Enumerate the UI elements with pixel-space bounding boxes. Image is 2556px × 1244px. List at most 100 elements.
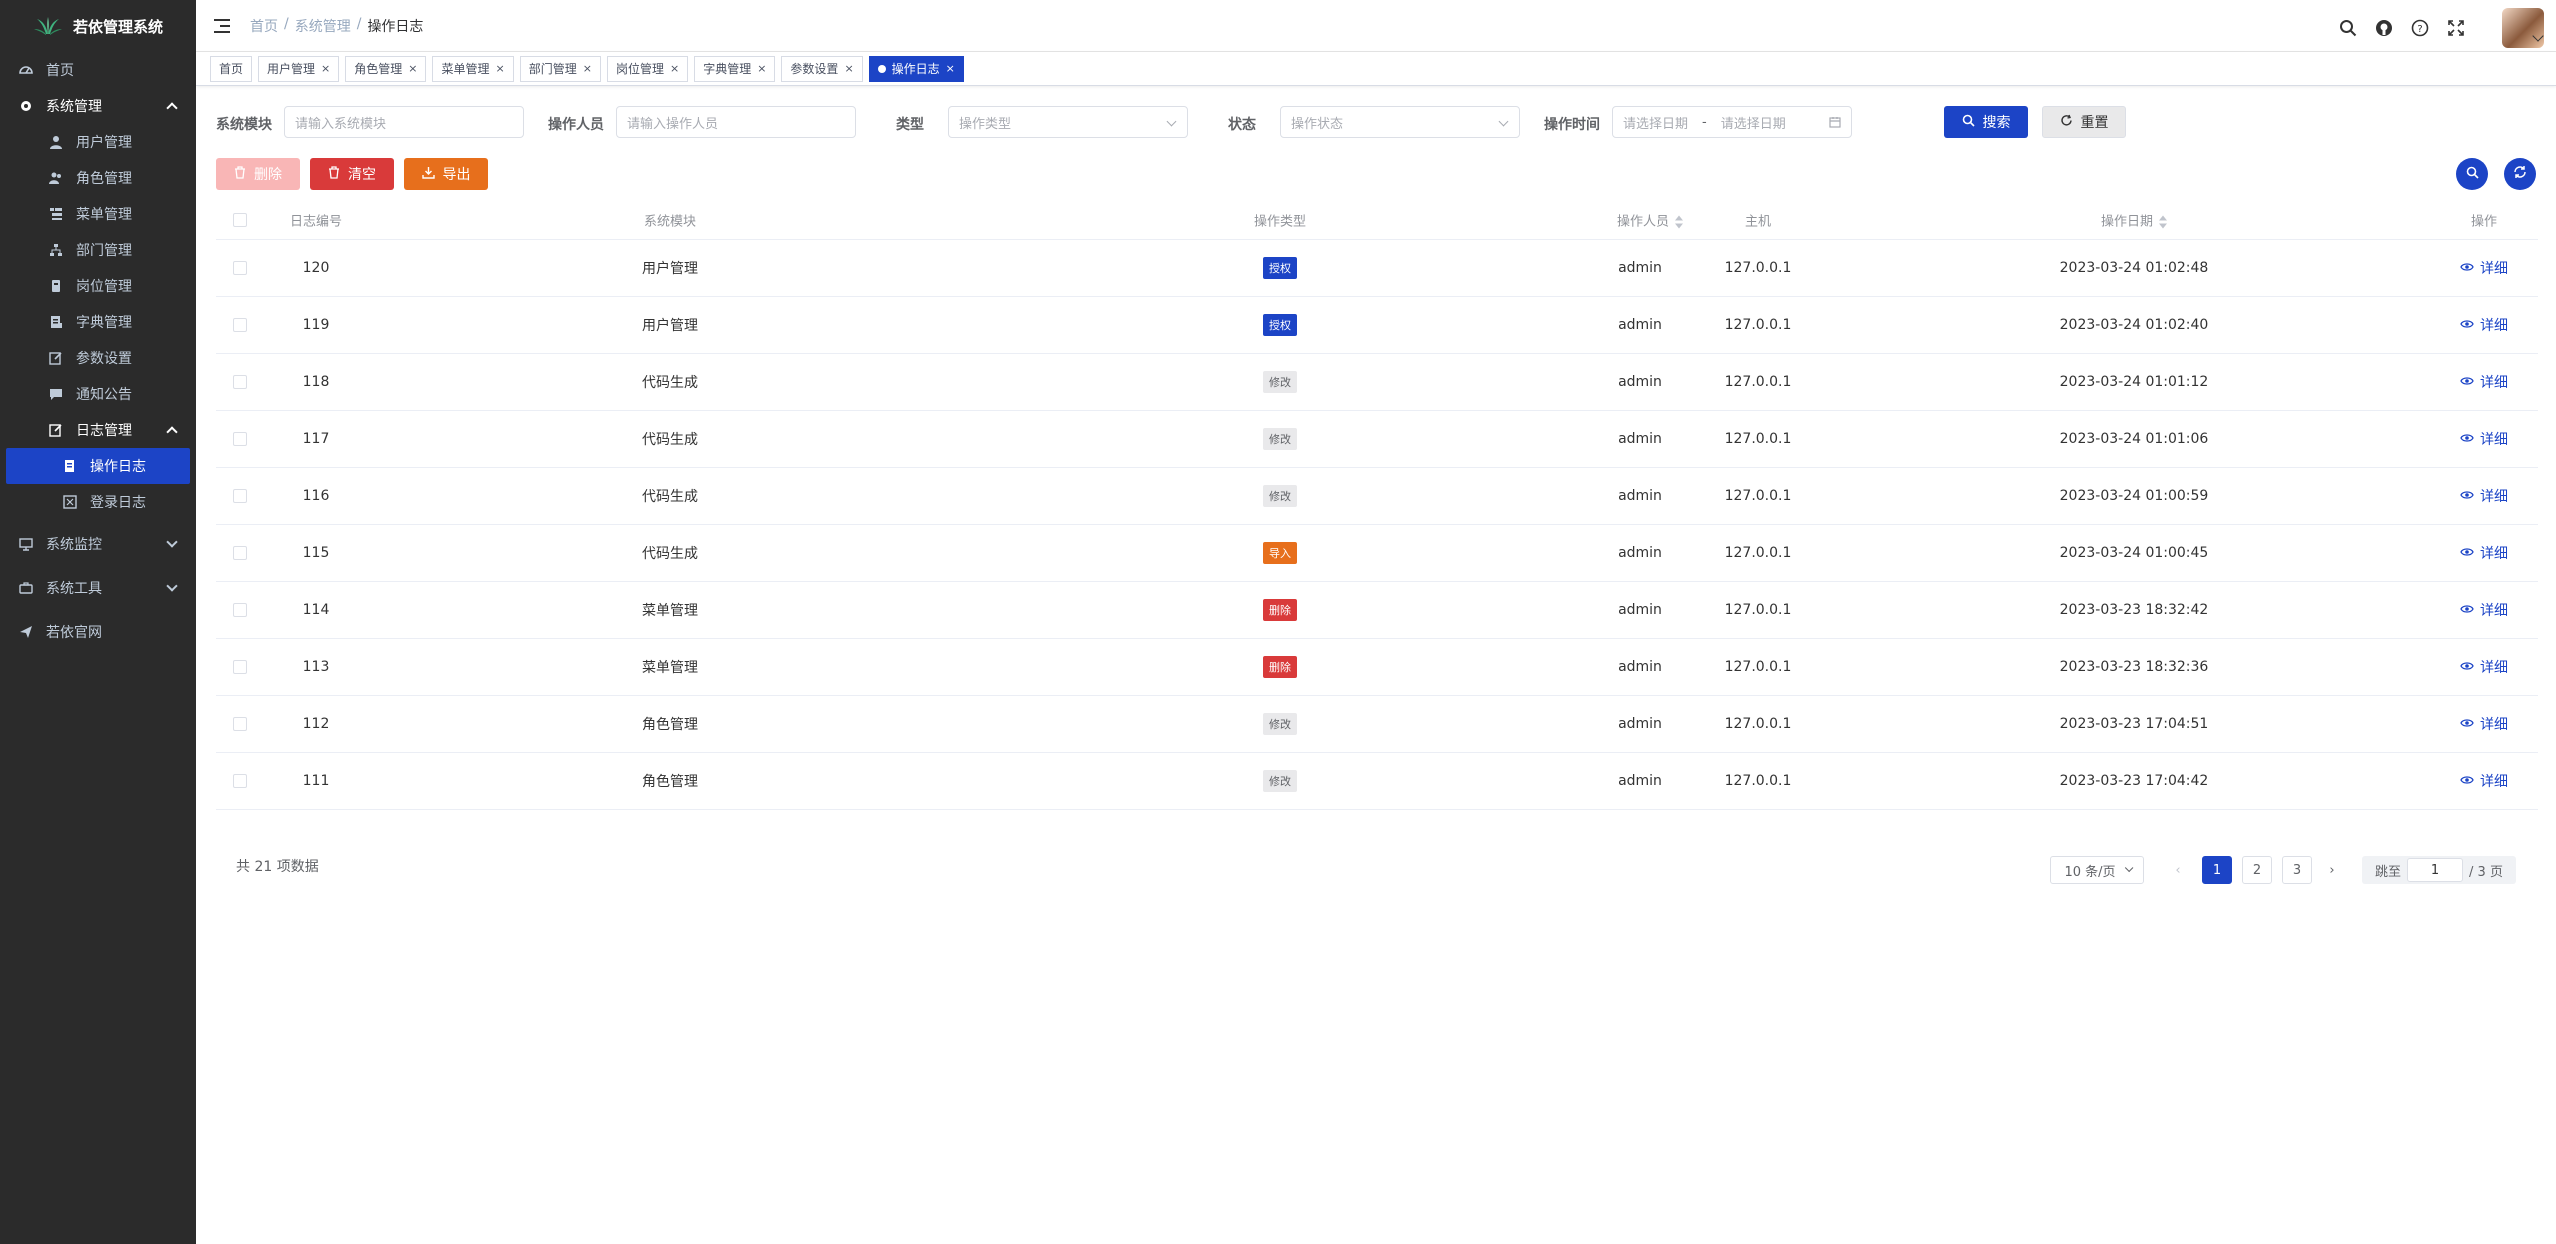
detail-button[interactable]: 详细 xyxy=(2460,372,2508,392)
tag-operlog[interactable]: 操作日志 × xyxy=(868,55,964,82)
sidebar-item-guide[interactable]: 若依官网 xyxy=(0,614,196,650)
sidebar-item-post[interactable]: 岗位管理 xyxy=(0,268,196,304)
row-checkbox[interactable] xyxy=(233,603,247,617)
export-button[interactable]: 导出 xyxy=(404,158,488,190)
row-checkbox[interactable] xyxy=(233,489,247,503)
close-icon[interactable]: × xyxy=(844,62,853,75)
avatar[interactable] xyxy=(2502,8,2544,48)
detail-button[interactable]: 详细 xyxy=(2460,315,2508,335)
tag-dept[interactable]: 部门管理 × xyxy=(519,55,601,82)
fullscreen-icon[interactable] xyxy=(2446,18,2466,38)
status-select[interactable]: 操作状态 xyxy=(1280,106,1520,138)
download-icon xyxy=(421,166,435,183)
sidebar-item-menu[interactable]: 菜单管理 xyxy=(0,196,196,232)
jump-input[interactable]: 1 xyxy=(2407,858,2464,882)
row-checkbox[interactable] xyxy=(233,717,247,731)
close-icon[interactable]: × xyxy=(757,62,766,75)
row-checkbox[interactable] xyxy=(233,318,247,332)
row-checkbox[interactable] xyxy=(233,774,247,788)
sidebar-item-user[interactable]: 用户管理 xyxy=(0,124,196,160)
sidebar-item-config[interactable]: 参数设置 xyxy=(0,340,196,376)
tag-post[interactable]: 岗位管理 × xyxy=(606,55,689,82)
row-checkbox[interactable] xyxy=(233,432,247,446)
tag-home[interactable]: 首页 xyxy=(210,55,253,82)
search-button[interactable]: 搜索 xyxy=(1944,106,2028,138)
detail-button[interactable]: 详细 xyxy=(2460,486,2508,506)
select-all-checkbox[interactable] xyxy=(233,212,247,227)
reset-button-label: 重置 xyxy=(2080,115,2109,131)
row-checkbox[interactable] xyxy=(233,546,247,560)
sidebar-item-dept[interactable]: 部门管理 xyxy=(0,232,196,268)
reset-button[interactable]: 重置 xyxy=(2042,106,2126,138)
detail-button[interactable]: 详细 xyxy=(2460,258,2508,278)
cell-operator: admin xyxy=(1618,602,1662,618)
tag-config[interactable]: 参数设置 × xyxy=(781,55,863,82)
hamburger-icon[interactable] xyxy=(214,18,234,34)
next-page-button[interactable]: › xyxy=(2322,856,2342,884)
tree-icon xyxy=(48,242,64,258)
sidebar-item-logininfor[interactable]: 登录日志 xyxy=(0,484,196,520)
tag-user[interactable]: 用户管理 × xyxy=(258,55,340,82)
logo[interactable]: 若依管理系统 xyxy=(0,0,196,52)
refresh-icon xyxy=(2060,114,2073,131)
type-select[interactable]: 操作类型 xyxy=(948,106,1188,138)
size-select-icon[interactable] xyxy=(2482,18,2486,38)
toggle-search-button[interactable] xyxy=(2456,158,2488,190)
detail-button[interactable]: 详细 xyxy=(2460,714,2508,734)
detail-button[interactable]: 详细 xyxy=(2460,543,2508,563)
close-icon[interactable]: × xyxy=(946,62,955,75)
sidebar-item-operlog[interactable]: 操作日志 xyxy=(6,448,190,484)
row-checkbox[interactable] xyxy=(233,660,247,674)
detail-button[interactable]: 详细 xyxy=(2460,429,2508,449)
cell-module: 用户管理 xyxy=(642,261,698,277)
cell-type: 修改 xyxy=(1263,770,1297,792)
sidebar-item-log[interactable]: 日志管理 xyxy=(0,412,196,448)
sidebar-item-monitor[interactable]: 系统监控 xyxy=(0,526,196,562)
end-date-input[interactable]: 请选择日期 xyxy=(1721,113,1786,132)
delete-button[interactable]: 删除 xyxy=(216,158,300,190)
tag-role[interactable]: 角色管理 × xyxy=(345,55,427,82)
sidebar-item-dict[interactable]: 字典管理 xyxy=(0,304,196,340)
cell-host: 127.0.0.1 xyxy=(1724,602,1792,618)
question-icon[interactable]: ? xyxy=(2410,18,2430,38)
page-1[interactable]: 1 xyxy=(2202,856,2232,884)
close-icon[interactable]: × xyxy=(408,62,417,75)
detail-button[interactable]: 详细 xyxy=(2460,771,2508,791)
type-badge: 修改 xyxy=(1263,485,1297,507)
breadcrumb-home[interactable]: 首页 xyxy=(250,16,278,36)
tag-dict[interactable]: 字典管理 × xyxy=(694,55,776,82)
row-checkbox[interactable] xyxy=(233,375,247,389)
breadcrumb-system[interactable]: 系统管理 xyxy=(295,16,351,36)
refresh-button[interactable] xyxy=(2504,158,2536,190)
tag-menu[interactable]: 菜单管理 × xyxy=(432,55,514,82)
module-input[interactable]: 请输入系统模块 xyxy=(284,106,524,138)
row-checkbox[interactable] xyxy=(233,261,247,275)
operator-input[interactable]: 请输入操作人员 xyxy=(616,106,856,138)
close-icon[interactable]: × xyxy=(321,62,330,75)
sidebar-item-tool[interactable]: 系统工具 xyxy=(0,570,196,606)
sidebar-item-home[interactable]: 首页 xyxy=(0,52,196,88)
page-3[interactable]: 3 xyxy=(2282,856,2312,884)
prev-page-button[interactable]: ‹ xyxy=(2168,856,2188,884)
close-icon[interactable]: × xyxy=(496,62,505,75)
sort-icon[interactable] xyxy=(2159,215,2168,228)
github-icon[interactable] xyxy=(2374,18,2394,38)
page-2[interactable]: 2 xyxy=(2242,856,2272,884)
header-operator[interactable]: 操作人员 xyxy=(1617,210,1684,229)
start-date-input[interactable]: 请选择日期 xyxy=(1623,113,1688,132)
header-date[interactable]: 操作日期 xyxy=(2101,210,2168,229)
clean-button[interactable]: 清空 xyxy=(310,158,394,190)
detail-button[interactable]: 详细 xyxy=(2460,657,2508,677)
close-icon[interactable]: × xyxy=(583,62,592,75)
detail-button[interactable]: 详细 xyxy=(2460,600,2508,620)
date-range-picker[interactable]: 请选择日期 - 请选择日期 xyxy=(1612,106,1852,138)
sidebar-item-notice[interactable]: 通知公告 xyxy=(0,376,196,412)
close-icon[interactable]: × xyxy=(670,62,679,75)
navbar-actions: ? xyxy=(2338,8,2544,48)
sidebar-item-system[interactable]: 系统管理 xyxy=(0,88,196,124)
sort-icon[interactable] xyxy=(1675,215,1684,228)
page-size-select[interactable]: 10 条/页 xyxy=(2050,856,2144,884)
search-icon[interactable] xyxy=(2338,18,2358,38)
cell-date: 2023-03-24 01:00:59 xyxy=(2059,488,2209,504)
sidebar-item-role[interactable]: 角色管理 xyxy=(0,160,196,196)
